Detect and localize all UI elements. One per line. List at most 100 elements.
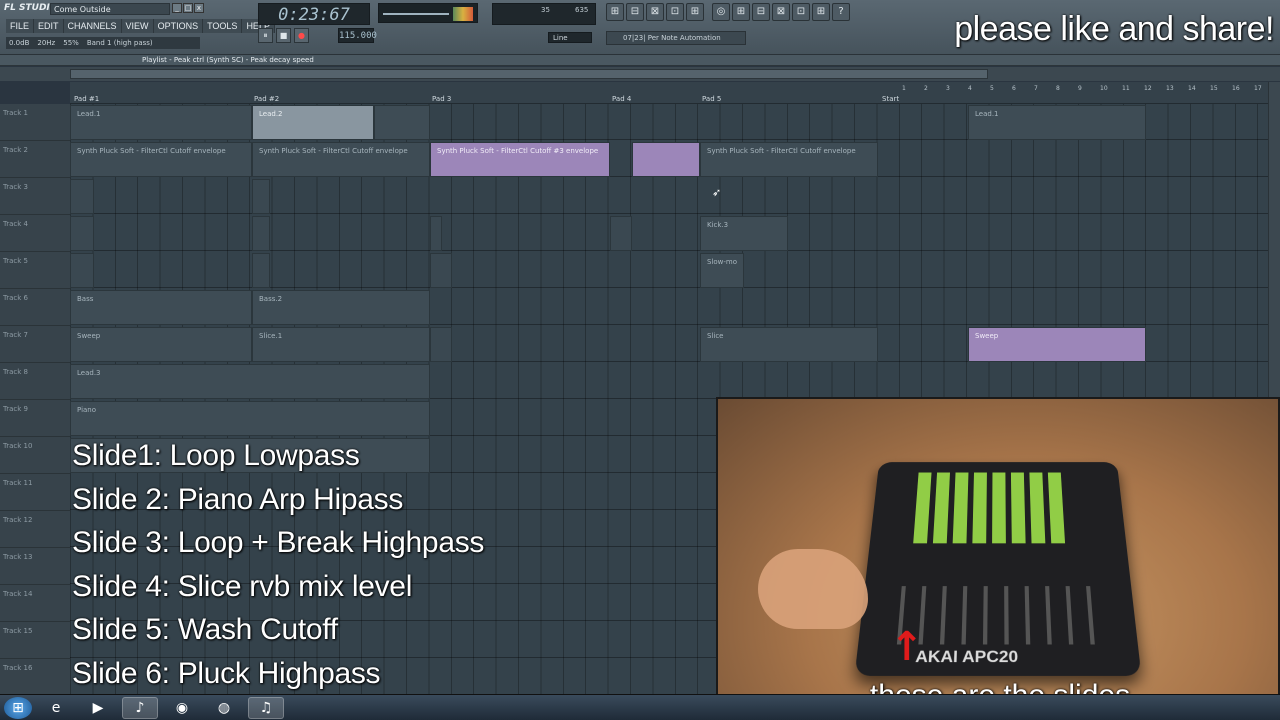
- playlist-clip[interactable]: Kick.3: [700, 216, 788, 251]
- playlist-clip[interactable]: [252, 253, 270, 288]
- snap-mode-select[interactable]: Line: [548, 32, 592, 43]
- playlist-clip[interactable]: Sweep: [968, 327, 1146, 362]
- slide-line: Slide 6: Pluck Highpass: [72, 656, 381, 690]
- playlist-clip[interactable]: Slice.1: [252, 327, 430, 362]
- piano-roll-icon[interactable]: ⊠: [646, 3, 664, 21]
- track-header[interactable]: Track 1: [0, 104, 70, 141]
- mixer-icon[interactable]: ⊞: [686, 3, 704, 21]
- firefox-icon[interactable]: ◍: [206, 697, 242, 719]
- bar-number: 7: [1034, 85, 1038, 92]
- pattern-marker[interactable]: Pad #1: [74, 95, 99, 103]
- pattern-marker[interactable]: Pad 3: [432, 95, 451, 103]
- track-header[interactable]: Track 2: [0, 141, 70, 178]
- hint-panel: 07|23| Per Note Automation: [606, 31, 746, 45]
- pattern-marker[interactable]: Pad 4: [612, 95, 631, 103]
- playlist-clip[interactable]: Piano: [70, 401, 430, 436]
- render-icon[interactable]: ⊠: [772, 3, 790, 21]
- record-button[interactable]: ●: [294, 28, 309, 43]
- playlist-clip[interactable]: Slow-mo: [700, 253, 744, 288]
- track-header[interactable]: Track 7: [0, 326, 70, 363]
- settings-icon[interactable]: ⊡: [792, 3, 810, 21]
- close-button[interactable]: x: [194, 3, 204, 13]
- playlist-clip[interactable]: Synth Pluck Soft - FilterCtl Cutoff #3 e…: [430, 142, 610, 177]
- menu-bar: FILE EDIT CHANNELS VIEW OPTIONS TOOLS HE…: [6, 19, 275, 33]
- media-player-icon[interactable]: ▶: [80, 697, 116, 719]
- track-header[interactable]: Track 8: [0, 363, 70, 400]
- menu-channels[interactable]: CHANNELS: [63, 19, 122, 33]
- stop-button[interactable]: ■: [276, 28, 291, 43]
- playlist-clip[interactable]: Synth Pluck Soft - FilterCtl Cutoff enve…: [70, 142, 252, 177]
- help-icon[interactable]: ?: [832, 3, 850, 21]
- internet-explorer-icon[interactable]: e: [38, 697, 74, 719]
- track-header[interactable]: Track 9: [0, 400, 70, 437]
- playlist-ruler[interactable]: Pad #1 Pad #2 Pad 3 Pad 4 Pad 5 Start 1 …: [70, 82, 1268, 104]
- playlist-clip[interactable]: [252, 179, 270, 214]
- chrome-icon[interactable]: ◉: [164, 697, 200, 719]
- slider-faders: [896, 586, 1102, 645]
- bar-number: 6: [1012, 85, 1016, 92]
- playlist-horizontal-scrollbar[interactable]: [70, 69, 988, 79]
- track-header[interactable]: Track 5: [0, 252, 70, 289]
- track-header[interactable]: Track 15: [0, 622, 70, 659]
- playlist-clip[interactable]: Lead.1: [968, 105, 1146, 140]
- tempo-display[interactable]: 115.000: [338, 28, 377, 43]
- master-level-meter: [453, 7, 473, 21]
- playlist-clip[interactable]: Sweep: [70, 327, 252, 362]
- tools-icon[interactable]: ⊞: [812, 3, 830, 21]
- menu-view[interactable]: VIEW: [121, 19, 154, 33]
- track-header[interactable]: Track 16: [0, 659, 70, 696]
- pause-button[interactable]: ⏸: [258, 28, 273, 43]
- pattern-marker[interactable]: Start: [882, 95, 899, 103]
- track-header[interactable]: Track 6: [0, 289, 70, 326]
- playlist-icon[interactable]: ⊞: [606, 3, 624, 21]
- playlist-clip[interactable]: Lead.3: [70, 364, 430, 399]
- playlist-clip[interactable]: Lead.2: [252, 105, 374, 140]
- plugin-picker-icon[interactable]: ◎: [712, 3, 730, 21]
- transport-controls: ⏸ ■ ●: [258, 28, 309, 43]
- playlist-clip[interactable]: [252, 216, 270, 251]
- playlist-clip[interactable]: Bass.2: [252, 290, 430, 325]
- winamp-icon[interactable]: ♪: [122, 696, 158, 719]
- track-header[interactable]: Track 3: [0, 178, 70, 215]
- project-icon[interactable]: ⊞: [732, 3, 750, 21]
- bar-number: 4: [968, 85, 972, 92]
- pattern-marker[interactable]: Pad #2: [254, 95, 279, 103]
- song-name-field[interactable]: Come Outside: [50, 3, 170, 15]
- playlist-clip[interactable]: [610, 216, 632, 251]
- minimize-button[interactable]: _: [172, 3, 182, 13]
- playlist-clip[interactable]: Synth Pluck Soft - FilterCtl Cutoff enve…: [700, 142, 878, 177]
- maximize-button[interactable]: □: [183, 3, 193, 13]
- song-time-display[interactable]: 0:23:67: [258, 3, 370, 25]
- menu-tools[interactable]: TOOLS: [203, 19, 243, 33]
- playlist-clip[interactable]: [430, 327, 452, 362]
- menu-edit[interactable]: EDIT: [34, 19, 64, 33]
- playlist-clip[interactable]: Synth Pluck Soft - FilterCtl Cutoff enve…: [252, 142, 430, 177]
- windows-start-icon[interactable]: ⊞: [4, 696, 32, 719]
- playlist-clip[interactable]: [70, 216, 94, 251]
- browser-icon[interactable]: ⊡: [666, 3, 684, 21]
- step-sequencer-icon[interactable]: ⊟: [626, 3, 644, 21]
- playlist-clip[interactable]: [430, 253, 452, 288]
- track-header[interactable]: Track 12: [0, 511, 70, 548]
- track-header[interactable]: Track 4: [0, 215, 70, 252]
- menu-file[interactable]: FILE: [6, 19, 35, 33]
- bar-number: 2: [924, 85, 928, 92]
- track-header[interactable]: Track 13: [0, 548, 70, 585]
- track-header[interactable]: Track 14: [0, 585, 70, 622]
- hint-gain: 0.0dB: [9, 39, 30, 47]
- bar-number: 15: [1210, 85, 1218, 92]
- playlist-clip[interactable]: Lead.1: [70, 105, 252, 140]
- track-header[interactable]: Track 11: [0, 474, 70, 511]
- track-header[interactable]: Track 10: [0, 437, 70, 474]
- playlist-clip[interactable]: [70, 179, 94, 214]
- playlist-clip[interactable]: Slice: [700, 327, 878, 362]
- playlist-clip[interactable]: [374, 105, 430, 140]
- fl-studio-icon[interactable]: ♫: [248, 696, 284, 719]
- playlist-clip[interactable]: [430, 216, 442, 251]
- playlist-clip[interactable]: [632, 142, 700, 177]
- pattern-marker[interactable]: Pad 5: [702, 95, 721, 103]
- playlist-clip[interactable]: Bass: [70, 290, 252, 325]
- playlist-clip[interactable]: [70, 253, 94, 288]
- menu-options[interactable]: OPTIONS: [153, 19, 204, 33]
- save-icon[interactable]: ⊟: [752, 3, 770, 21]
